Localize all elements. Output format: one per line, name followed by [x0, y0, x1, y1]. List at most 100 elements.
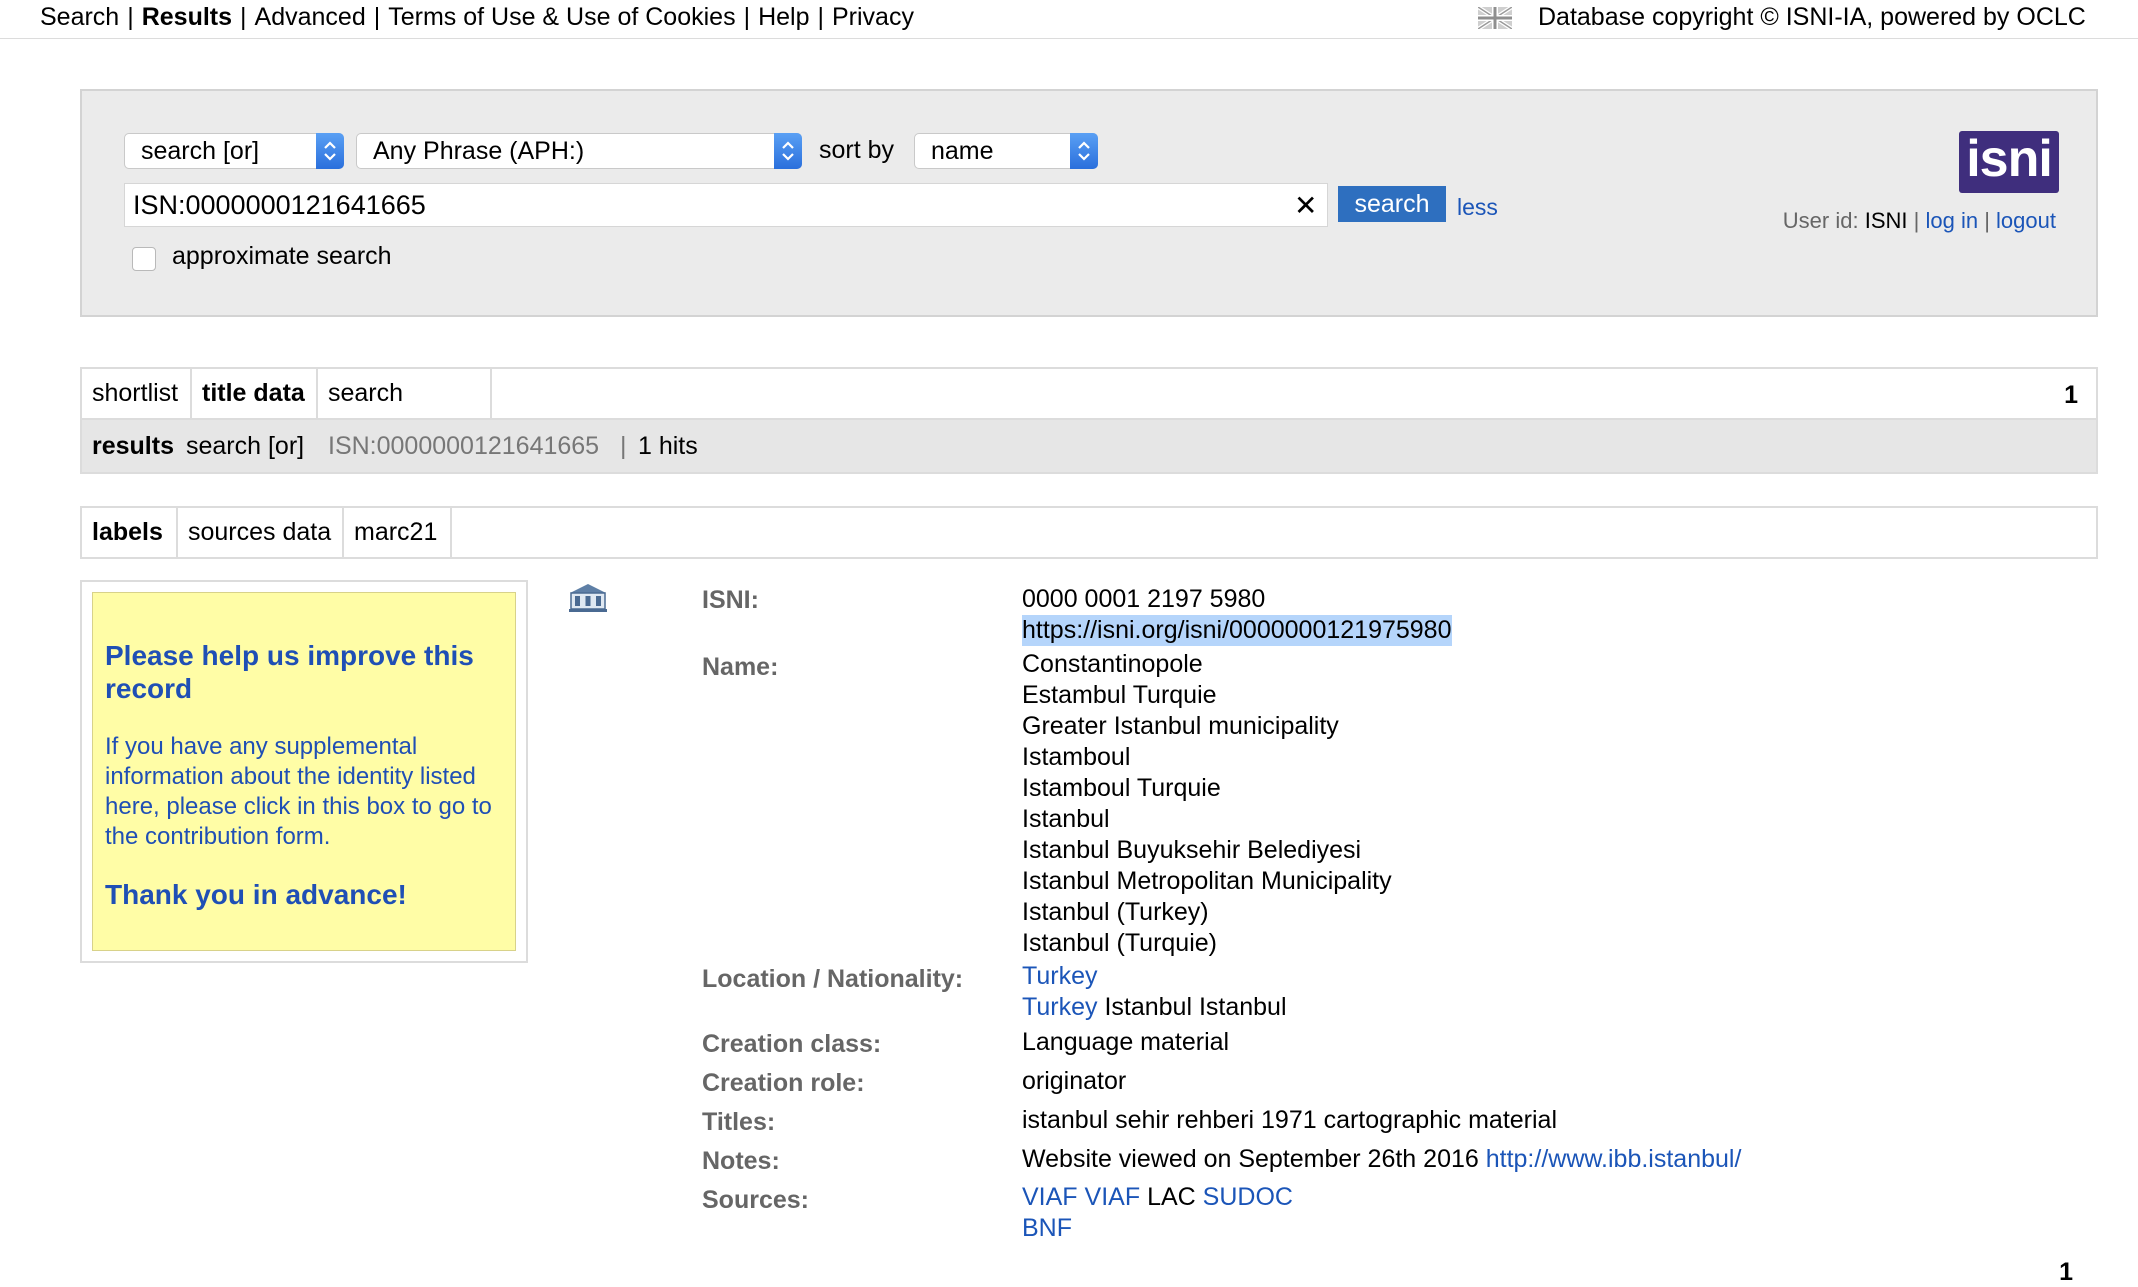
results-tabs: shortlist title data search history 1: [80, 367, 2098, 456]
tab-marc21[interactable]: marc21: [344, 508, 452, 557]
name-item: Constantinopole: [1022, 650, 1203, 678]
search-input[interactable]: [124, 183, 1328, 227]
creation-class-value: Language material: [1022, 1028, 1230, 1056]
nav-separator: |: [240, 3, 247, 31]
name-list: Constantinopole Estambul Turquie Greater…: [1022, 649, 1392, 959]
nav-advanced[interactable]: Advanced: [255, 3, 366, 31]
copyright-text: Database copyright © ISNI-IA, powered by…: [1538, 3, 2086, 31]
name-item: Istamboul: [1022, 743, 1131, 771]
isni-number: 0000 0001 2197 5980: [1022, 585, 1266, 613]
isni-value: 0000 0001 2197 5980 https://isni.org/isn…: [1022, 584, 1452, 646]
nav-separator: |: [127, 3, 134, 31]
user-id-label: User id:: [1782, 208, 1859, 233]
isni-uri[interactable]: https://isni.org/isni/0000000121975980: [1022, 615, 1452, 646]
results-search-mode: search [or]: [186, 432, 305, 460]
top-navigation-bar: Search | Results | Advanced | Terms of Use & U…: [0, 0, 2138, 39]
login-link[interactable]: log in: [1925, 208, 1978, 233]
sort-by-label: sort by: [819, 136, 895, 164]
name-label: Name:: [702, 653, 779, 681]
record-view-tabs: labels sources data marc21: [80, 506, 2098, 559]
results-summary-bar: results search [or] ISN:0000000121641665…: [80, 420, 2098, 474]
page-number[interactable]: 1: [2064, 381, 2078, 410]
help-box-frame: Please help us improve this record If yo…: [80, 580, 528, 963]
name-item: Estambul Turquie: [1022, 681, 1217, 709]
nav-separator: |: [743, 3, 751, 31]
select-arrows-icon: [316, 133, 344, 169]
name-item: Istanbul Metropolitan Municipality: [1022, 867, 1392, 895]
user-info: User id: ISNI | log in | logout: [1783, 208, 2056, 234]
main-nav: Search | Results | Advanced | Terms of Use & U…: [40, 3, 914, 32]
help-text: If you have any supplemental information…: [105, 733, 492, 850]
source-bnf-link[interactable]: BNF: [1022, 1214, 1072, 1242]
uk-flag-icon[interactable]: [1478, 7, 1512, 29]
help-title: Please help us improve this record: [105, 640, 474, 704]
separator: |: [1913, 208, 1920, 233]
notes-value: Website viewed on September 26th 2016 ht…: [1022, 1144, 1741, 1175]
titles-value: istanbul sehir rehberi 1971 cartographic…: [1022, 1106, 1558, 1134]
name-item: Istanbul: [1022, 805, 1110, 833]
search-mode-value: search [or]: [141, 137, 260, 165]
clear-icon[interactable]: ✕: [1294, 189, 1317, 222]
separator: |: [1984, 208, 1990, 233]
isni-logo: isni: [1959, 131, 2059, 193]
sort-select[interactable]: name: [914, 133, 1098, 169]
help-thanks: Thank you in advance!: [105, 879, 407, 910]
results-label: results: [92, 432, 174, 460]
tab-labels[interactable]: labels: [82, 508, 178, 557]
isni-label: ISNI:: [702, 586, 759, 614]
user-id-value: ISNI: [1864, 208, 1908, 233]
tab-search-history[interactable]: search history: [318, 369, 492, 456]
notes-label: Notes:: [702, 1147, 780, 1175]
organization-building-icon: [569, 584, 607, 612]
notes-link[interactable]: http://www.ibb.istanbul/: [1486, 1145, 1742, 1173]
creation-role-label: Creation role:: [702, 1069, 865, 1097]
location-value: Turkey Turkey Istanbul Istanbul: [1022, 961, 1287, 1023]
creation-class-label: Creation class:: [702, 1030, 882, 1058]
name-item: Istanbul (Turquie): [1022, 929, 1217, 957]
search-button[interactable]: search: [1338, 186, 1446, 222]
results-hits: 1 hits: [638, 432, 698, 460]
nav-separator: |: [817, 3, 825, 31]
sources-value: VIAF VIAF LAC SUDOC BNF: [1022, 1182, 1293, 1244]
search-index-value: Any Phrase (APH:): [373, 137, 585, 165]
nav-terms[interactable]: Terms of Use & Use of Cookies: [388, 3, 735, 31]
name-item: Istanbul Buyuksehir Belediyesi: [1022, 836, 1362, 864]
sources-label: Sources:: [702, 1186, 809, 1214]
nav-separator: |: [373, 3, 381, 31]
select-arrows-icon: [774, 133, 802, 169]
sort-value: name: [931, 137, 994, 165]
tab-shortlist[interactable]: shortlist: [82, 369, 192, 418]
name-item: Istamboul Turquie: [1022, 774, 1221, 802]
nav-results[interactable]: Results: [142, 3, 232, 31]
approximate-search-label: approximate search: [172, 242, 392, 270]
notes-text: Website viewed on September 26th 2016: [1022, 1145, 1479, 1173]
nav-help[interactable]: Help: [758, 3, 809, 31]
creation-role-value: originator: [1022, 1067, 1127, 1095]
tab-sources-data[interactable]: sources data: [178, 508, 344, 557]
location-link[interactable]: Turkey: [1022, 962, 1097, 990]
separator: |: [620, 432, 627, 460]
source-viaf-link[interactable]: VIAF: [1085, 1183, 1141, 1211]
less-link[interactable]: less: [1457, 194, 1498, 221]
search-panel: search [or] Any Phrase (APH:) sort by na…: [80, 89, 2098, 317]
nav-privacy[interactable]: Privacy: [832, 3, 914, 31]
titles-label: Titles:: [702, 1108, 776, 1136]
search-mode-select[interactable]: search [or]: [124, 133, 344, 169]
location-label: Location / Nationality:: [702, 965, 964, 993]
name-item: Greater Istanbul municipality: [1022, 712, 1339, 740]
tab-title-data[interactable]: title data: [192, 369, 318, 418]
search-index-select[interactable]: Any Phrase (APH:): [356, 133, 802, 169]
logout-link[interactable]: logout: [1996, 208, 2056, 233]
contribution-help-box[interactable]: Please help us improve this record If yo…: [92, 592, 516, 951]
location-link[interactable]: Turkey: [1022, 993, 1097, 1021]
results-query: ISN:0000000121641665: [328, 432, 600, 460]
nav-search[interactable]: Search: [40, 3, 119, 31]
source-lac: LAC: [1147, 1183, 1196, 1211]
select-arrows-icon: [1070, 133, 1098, 169]
bottom-page-number[interactable]: 1: [2059, 1258, 2073, 1287]
approximate-search-checkbox[interactable]: [132, 247, 156, 271]
source-sudoc-link[interactable]: SUDOC: [1203, 1183, 1293, 1211]
name-item: Istanbul (Turkey): [1022, 898, 1209, 926]
source-viaf-link[interactable]: VIAF: [1022, 1183, 1078, 1211]
location-detail: Istanbul Istanbul: [1104, 993, 1287, 1021]
